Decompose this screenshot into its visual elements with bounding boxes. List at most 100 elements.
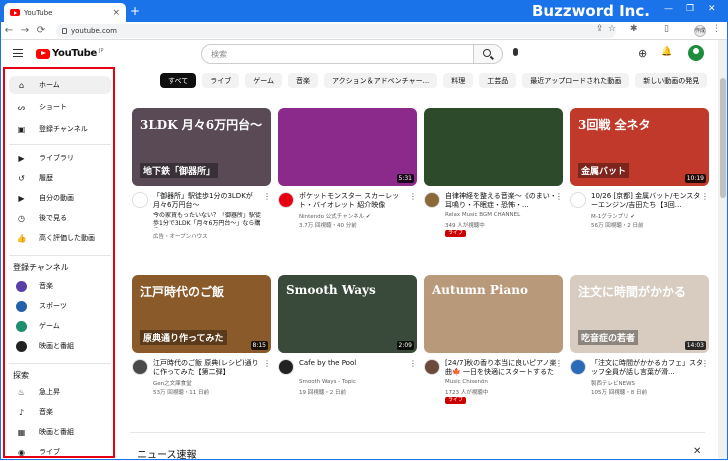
sidebar-item[interactable]: ▶ 自分の動画	[9, 189, 111, 207]
extensions-icon[interactable]: ✱	[630, 24, 638, 34]
maximize-button[interactable]: ❐	[686, 4, 694, 14]
video-thumbnail[interactable]: 江戸時代のご飯 原典通り作ってみた 8:15	[132, 275, 271, 353]
channel-avatar[interactable]	[570, 359, 586, 375]
video-title[interactable]: 自律神経を整える音楽～《のまい・耳鳴り・不眠症・恐怖・...	[445, 192, 557, 210]
video-thumbnail[interactable]: Autumn Piano	[424, 275, 563, 353]
video-card[interactable]: 自律神経を整える音楽～《のまい・耳鳴り・不眠症・恐怖・... ⋮ Relax Mus…	[424, 108, 563, 252]
more-actions-icon[interactable]: ⋮	[409, 192, 417, 201]
channel-name[interactable]: 製西テレビNEWS	[591, 379, 635, 387]
hamburger-menu-icon[interactable]	[13, 49, 23, 60]
search-button[interactable]	[474, 44, 503, 64]
sidebar-item[interactable]: ◷ 後で見る	[9, 209, 111, 227]
video-card[interactable]: Autumn Piano [24/7]秋の香り本当に良いピアノ楽曲🍁 一日を快適に…	[424, 275, 563, 419]
sidebar-item[interactable]: 👍 高く評価した動画	[9, 229, 111, 247]
sidebar-item[interactable]: ▣ 登録チャンネル	[9, 120, 111, 138]
page-scrollbar[interactable]	[718, 40, 728, 460]
video-card[interactable]: 注文に時間がかかる 吃音症の若者 14:03 「注文に時間がかかるカフェ」スタッフ全員…	[570, 275, 709, 419]
filter-chip[interactable]: 料理	[443, 73, 474, 88]
video-thumbnail[interactable]: 3回戦 全ネタ 金属バット 10:19	[570, 108, 709, 186]
back-icon[interactable]: ←	[2, 25, 16, 36]
more-actions-icon[interactable]: ⋮	[555, 192, 563, 201]
video-title[interactable]: Cafe by the Pool	[299, 359, 411, 368]
voice-search-mic-icon[interactable]	[513, 48, 518, 56]
browser-profile-avatar[interactable]: 作成	[694, 25, 706, 37]
channel-name[interactable]: Relax Music BGM CHANNEL	[445, 212, 520, 218]
channel-avatar[interactable]	[424, 359, 440, 375]
filter-chip[interactable]: 音楽	[288, 73, 319, 88]
sidebar-item[interactable]: ▶ ライブラリ	[9, 149, 111, 167]
omnibox[interactable]: youtube.com	[56, 24, 616, 38]
bookmark-star-icon[interactable]: ☆	[608, 24, 616, 34]
video-thumbnail[interactable]: 注文に時間がかかる 吃音症の若者 14:03	[570, 275, 709, 353]
video-title[interactable]: 江戸時代のご飯 原典(レシピ)通りに作ってみた【第二弾】	[153, 359, 265, 377]
more-actions-icon[interactable]: ⋮	[409, 359, 417, 368]
reload-icon[interactable]: ⟳	[34, 25, 48, 36]
sidebar-item[interactable]: ᔕ ショート	[9, 98, 111, 116]
channel-name[interactable]: Gen之文庫食堂	[153, 379, 192, 387]
sidebar-item[interactable]: ♨ 急上昇	[9, 383, 111, 401]
video-title[interactable]: 「御器所」駅徒歩1分の3LDKが月々6万円台～	[153, 192, 265, 210]
filter-chip[interactable]: 最近アップロードされた動画	[522, 73, 630, 88]
sidebar-item[interactable]: 映画と番組	[9, 337, 111, 355]
filter-chip[interactable]: アクション＆アドベンチャー...	[324, 73, 438, 88]
filter-chip[interactable]: 新しい動画の発見	[635, 73, 708, 88]
channel-avatar[interactable]	[132, 359, 148, 375]
video-thumbnail[interactable]: Smooth Ways 2:09	[278, 275, 417, 353]
share-icon[interactable]: ⇪	[596, 24, 604, 34]
notifications-bell-icon[interactable]: 🔔	[661, 47, 672, 57]
tab-close-icon[interactable]: ×	[112, 8, 120, 18]
sidebar-item[interactable]: ◉ ライブ	[9, 443, 111, 457]
filter-chip[interactable]: すべて	[160, 73, 197, 88]
video-title[interactable]: 10/26 [京都] 金属バット/モンスターエンジン/吉田たち【3回...	[591, 192, 703, 210]
side-panel-icon[interactable]: ▯	[664, 24, 669, 34]
browser-menu-icon[interactable]: ⋮	[712, 24, 721, 34]
channel-name[interactable]: M-1グランプリ ✔	[591, 212, 635, 220]
more-actions-icon[interactable]: ⋮	[263, 359, 271, 368]
forward-icon[interactable]: →	[18, 25, 32, 36]
sidebar-item[interactable]: スポーツ	[9, 297, 111, 315]
more-actions-icon[interactable]: ⋮	[701, 192, 709, 201]
sidebar-item[interactable]: ↺ 履歴	[9, 169, 111, 187]
video-thumbnail[interactable]	[424, 108, 563, 186]
channel-name[interactable]: 広告・オープンハウス	[153, 232, 208, 240]
dismiss-news-icon[interactable]: ✕	[693, 446, 701, 457]
channel-avatar[interactable]	[424, 192, 440, 208]
sidebar-item[interactable]: ⌂ ホーム	[9, 76, 111, 94]
filter-chip[interactable]: 工芸品	[479, 73, 517, 88]
more-actions-icon[interactable]: ⋮	[555, 359, 563, 368]
more-actions-icon[interactable]: ⋮	[263, 192, 271, 201]
channel-avatar[interactable]	[278, 192, 294, 208]
browser-tab[interactable]: YouTube ×	[4, 3, 126, 22]
scrollbar-thumb[interactable]	[720, 78, 726, 198]
search-input[interactable]: 検索	[201, 44, 474, 64]
filter-chip[interactable]: ゲーム	[245, 73, 283, 88]
video-card[interactable]: 江戸時代のご飯 原典通り作ってみた 8:15 江戸時代のご飯 原典(レシピ)通りに作っ…	[132, 275, 271, 419]
video-title[interactable]: ポケットモンスター スカーレット・バイオレット 紹介映像	[299, 192, 411, 210]
channel-avatar[interactable]	[570, 192, 586, 208]
video-card[interactable]: 3回戦 全ネタ 金属バット 10:19 10/26 [京都] 金属バット/モンスターエ…	[570, 108, 709, 252]
channel-avatar[interactable]	[132, 192, 148, 208]
channel-name[interactable]: Music Chisenōn	[445, 379, 488, 385]
close-window-button[interactable]: ✕	[708, 4, 716, 14]
video-card[interactable]: Smooth Ways 2:09 Cafe by the Pool ⋮ Smooth W…	[278, 275, 417, 419]
minimize-button[interactable]: —	[664, 4, 673, 14]
more-actions-icon[interactable]: ⋮	[701, 359, 709, 368]
create-video-icon[interactable]: ⊕	[638, 47, 647, 60]
video-thumbnail[interactable]: 3LDK 月々6万円台～ 地下鉄「御器所」	[132, 108, 271, 186]
video-title[interactable]: 「注文に時間がかかるカフェ」スタッフ全員が話し言葉が滑...	[591, 359, 703, 377]
new-tab-button[interactable]: +	[130, 4, 140, 18]
account-avatar[interactable]	[688, 45, 704, 61]
youtube-logo[interactable]: YouTube JP	[36, 48, 104, 59]
sidebar-item[interactable]: ♪ 音楽	[9, 403, 111, 421]
sidebar-item[interactable]: ▦ 映画と番組	[9, 423, 111, 441]
sidebar-item[interactable]: ゲーム	[9, 317, 111, 335]
channel-name[interactable]: Nintendo 公式チャンネル ✔	[299, 212, 370, 220]
video-thumbnail[interactable]: 5:31	[278, 108, 417, 186]
channel-avatar[interactable]	[278, 359, 294, 375]
video-card[interactable]: 3LDK 月々6万円台～ 地下鉄「御器所」「御器所」駅徒歩1分の3LDKが月々6万…	[132, 108, 271, 252]
channel-name[interactable]: Smooth Ways - Topic	[299, 379, 356, 385]
sidebar-item[interactable]: 音楽	[9, 277, 111, 295]
video-card[interactable]: 5:31 ポケットモンスター スカーレット・バイオレット 紹介映像 ⋮ Nintend…	[278, 108, 417, 252]
filter-chip[interactable]: ライブ	[202, 73, 240, 88]
video-title[interactable]: [24/7]秋の香り本当に良いピアノ楽曲🍁 一日を快適にスタートするためのデイリ…	[445, 359, 557, 377]
